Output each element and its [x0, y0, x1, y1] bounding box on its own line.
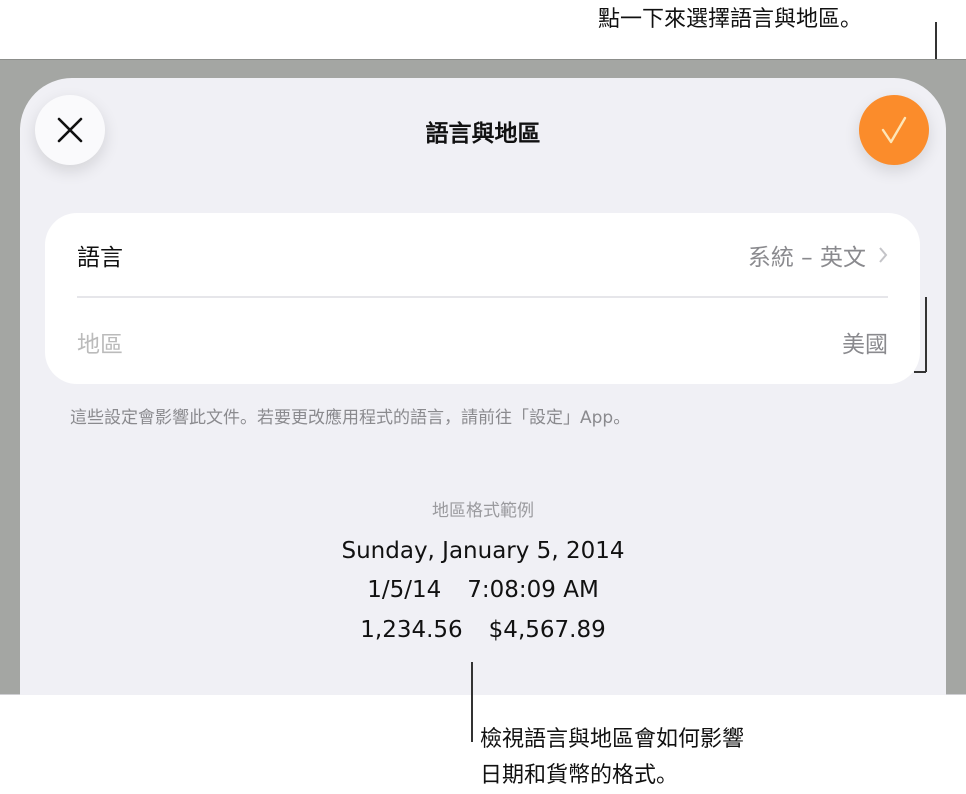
callout-bottom: 檢視語言與地區會如何影響 日期和貨幣的格式。 — [480, 722, 744, 794]
callout-top: 點一下來選擇語言與地區。 — [598, 2, 862, 38]
region-value: 美國 — [842, 325, 888, 359]
page-title: 語言與地區 — [0, 114, 966, 148]
language-value: 系統 – 英文 — [748, 238, 866, 272]
callout-line-bottom — [471, 662, 473, 742]
checkmark-icon — [879, 115, 909, 145]
region-row: 地區 美國 — [77, 299, 888, 384]
language-label: 語言 — [77, 238, 123, 272]
settings-note: 這些設定會影響此文件。若要更改應用程式的語言，請前往「設定」App。 — [70, 403, 630, 428]
callout-bottom-line1: 檢視語言與地區會如何影響 — [480, 722, 744, 758]
region-label: 地區 — [77, 325, 123, 359]
example-numbers: 1,234.56 $4,567.89 — [0, 617, 966, 643]
chevron-right-icon — [878, 246, 888, 264]
done-button[interactable] — [859, 95, 929, 165]
example-date-short: 1/5/14 — [367, 577, 441, 603]
language-row[interactable]: 語言 系統 – 英文 — [77, 213, 888, 298]
example-currency: $4,567.89 — [489, 617, 606, 643]
example-number: 1,234.56 — [360, 617, 462, 643]
callout-bottom-line2: 日期和貨幣的格式。 — [480, 758, 744, 794]
bracket-bottom — [914, 371, 926, 373]
bracket-lower — [925, 297, 927, 372]
example-title: 地區格式範例 — [0, 496, 966, 521]
settings-card: 語言 系統 – 英文 地區 美國 — [45, 213, 920, 384]
example-time: 7:08:09 AM — [467, 577, 599, 603]
example-date-long: Sunday, January 5, 2014 — [0, 538, 966, 564]
example-datetime: 1/5/14 7:08:09 AM — [0, 577, 966, 603]
